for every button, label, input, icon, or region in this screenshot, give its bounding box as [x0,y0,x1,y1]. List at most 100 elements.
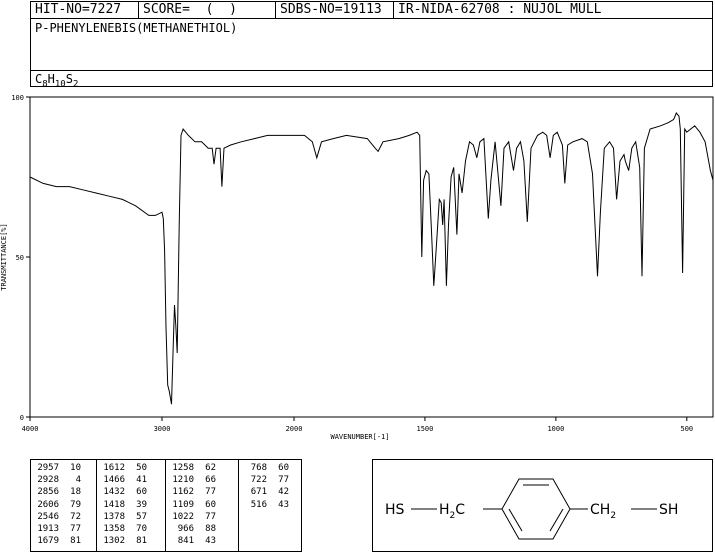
y-tick-label: 100 [11,94,24,102]
x-tick-label: 4000 [22,425,39,433]
peak-row: 671 42 [239,486,302,498]
benzene-ring [501,478,571,540]
structure-panel: HS H2C CH2 SH [372,459,713,552]
peak-wavenumber: 2856 [37,487,59,498]
peak-row: 1679 81 [31,535,96,547]
peak-wavenumber: 1432 [103,487,125,498]
molecular-formula: C8H10S2 [35,72,79,90]
y-tick-label: 0 [20,414,24,422]
peak-row: 1162 77 [166,486,238,498]
header-info-row: HIT-NO=7227 SCORE= ( ) SDBS-NO=19113 IR-… [31,2,712,19]
peak-transmittance: 60 [136,487,147,498]
x-tick-label: 2000 [286,425,303,433]
peak-row: 1022 77 [166,511,238,523]
peak-transmittance: 72 [70,511,81,522]
peak-transmittance: 77 [278,475,289,486]
peak-transmittance: 81 [136,536,147,547]
ring-double-bond-3 [549,508,564,532]
plot-frame [29,96,714,418]
peak-row: 2546 72 [31,511,96,523]
peak-row: 516 43 [239,499,302,511]
peak-wavenumber: 1612 [103,463,125,473]
peak-transmittance: 18 [70,487,81,498]
left-thiol-label: HS [385,502,405,518]
peak-table-column: 1258 62 1210 66 1162 77 1109 60 1022 77 966 88 841 43 [165,460,238,551]
compound-name: P-PHENYLENEBIS(METHANETHIOL) [35,21,238,35]
peak-wavenumber: 1109 [172,499,194,510]
peak-wavenumber: 1378 [103,511,125,522]
peak-row: 1612 50 [97,462,165,474]
peak-wavenumber: 2957 [37,463,59,473]
peak-transmittance: 81 [70,536,81,547]
left-methylene-label: H2C [439,502,465,521]
peak-transmittance: 43 [278,499,289,510]
spectrum-line [29,112,714,405]
x-tick-label: 1000 [547,425,564,433]
peak-wavenumber: 768 [250,463,267,473]
peak-wavenumber: 1679 [37,536,59,547]
peak-transmittance: 43 [205,536,216,547]
peak-transmittance: 57 [136,511,147,522]
peak-transmittance: 62 [205,463,216,473]
peak-transmittance: 77 [70,524,81,535]
peak-wavenumber: 2546 [37,511,59,522]
peak-transmittance: 39 [136,499,147,510]
peak-table-column: 768 60 722 77 671 42 516 43 [238,460,302,551]
peak-wavenumber: 1258 [172,463,194,473]
peak-row: 1432 60 [97,486,165,498]
peak-wavenumber: 2606 [37,499,59,510]
peak-row: 1210 66 [166,474,238,486]
x-tick-label: 3000 [154,425,171,433]
peak-row: 2928 4 [31,474,96,486]
peak-transmittance: 79 [70,499,81,510]
peak-wavenumber: 1210 [172,475,194,486]
peak-wavenumber: 1162 [172,487,194,498]
peak-row: 1358 70 [97,523,165,535]
peak-wavenumber: 966 [177,524,194,535]
peak-transmittance: 66 [205,475,216,486]
peak-transmittance: 41 [136,475,147,486]
ring-double-bond-2 [508,508,523,532]
chart-axes: 4000 3000 2000 1500 1000 500100500 [11,94,693,433]
structure-diagram: HS H2C CH2 SH [385,478,678,540]
peak-transmittance: 77 [205,511,216,522]
peak-wavenumber: 671 [250,487,267,498]
sdbs-number: SDBS-NO=19113 [275,2,393,18]
formula-divider [31,70,712,71]
peak-wavenumber: 841 [177,536,194,547]
peak-wavenumber: 1022 [172,511,194,522]
peak-row: 768 60 [239,462,302,474]
hit-number: HIT-NO=7227 [35,2,122,17]
peak-wavenumber: 1302 [103,536,125,547]
peak-wavenumber: 722 [250,475,267,486]
peak-row: 2856 18 [31,486,96,498]
peak-row: 1302 81 [97,535,165,547]
peak-wavenumber: 516 [250,499,267,510]
peak-row: 1418 39 [97,499,165,511]
peak-row: 1109 60 [166,499,238,511]
peak-wavenumber: 1418 [103,499,125,510]
peak-transmittance: 10 [70,463,81,473]
peak-row: 722 77 [239,474,302,486]
peak-wavenumber: 1913 [37,524,59,535]
ir-spectrum-chart: 4000 3000 2000 1500 1000 500100500 WAVENUMBER… [0,94,714,441]
x-tick-label: 1500 [417,425,434,433]
peak-row: 841 43 [166,535,238,547]
peak-table: 2957 10 2928 4 2856 18 2606 79 2546 72 1913 77 1679 8… [30,459,302,552]
peak-wavenumber: 2928 [37,475,59,486]
peak-row: 1466 41 [97,474,165,486]
peak-transmittance: 50 [136,463,147,473]
ir-identifier: IR-NIDA-62708 : NUJOL MULL [393,2,713,18]
peak-table-column: 2957 10 2928 4 2856 18 2606 79 2546 72 1913 77 1679 8… [31,460,96,551]
peak-transmittance: 77 [205,487,216,498]
y-axis-label: TRANSMITTANCE[%] [0,223,8,290]
x-axis-label: WAVENUMBER[-1] [330,433,389,441]
peak-transmittance: 60 [205,499,216,510]
y-tick-label: 50 [16,254,24,262]
peak-wavenumber: 1466 [103,475,125,486]
peak-table-column: 1612 50 1466 41 1432 60 1418 39 1378 57 1358 70 1302… [96,460,165,551]
peak-row: 1378 57 [97,511,165,523]
right-methylene-label: CH2 [590,502,616,521]
peak-row: 966 88 [166,523,238,535]
peak-row: 2606 79 [31,499,96,511]
